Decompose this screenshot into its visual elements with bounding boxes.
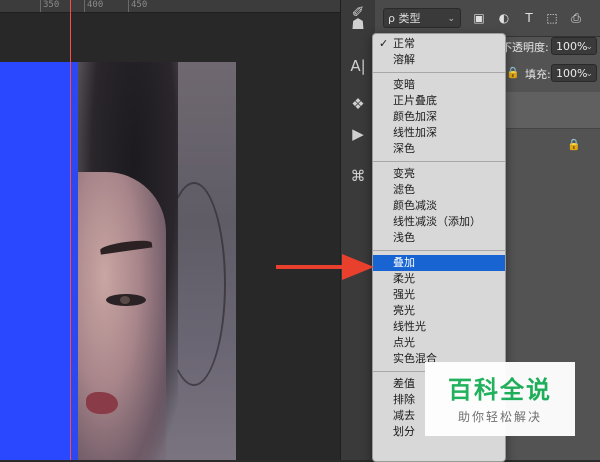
blend-mode-item[interactable]: 线性加深 bbox=[373, 125, 505, 141]
menu-separator bbox=[373, 161, 505, 162]
blend-mode-label: 滤色 bbox=[393, 183, 415, 196]
blend-mode-label: 差值 bbox=[393, 377, 415, 390]
layer-lock-icon: 🔒 bbox=[567, 138, 581, 151]
blend-mode-label: 溶解 bbox=[393, 53, 415, 66]
annotation-arrow-icon bbox=[276, 254, 374, 280]
blend-mode-label: 柔光 bbox=[393, 272, 415, 285]
blend-mode-item[interactable]: 颜色加深 bbox=[373, 109, 505, 125]
layer-filter-row: ρ 类型 ⌄ ▣ ◐ T ⬚ ⎙ bbox=[375, 0, 600, 37]
opacity-label: 不透明度: bbox=[501, 41, 549, 54]
blend-mode-label: 划分 bbox=[393, 425, 415, 438]
blend-mode-item[interactable]: 滤色 bbox=[373, 182, 505, 198]
blend-mode-label: 强光 bbox=[393, 288, 415, 301]
blend-mode-label: 叠加 bbox=[393, 256, 415, 269]
opacity-input[interactable]: 100% ⌄ bbox=[551, 37, 597, 55]
canvas-area[interactable]: 350 400 450 bbox=[0, 0, 340, 460]
blend-mode-label: 颜色加深 bbox=[393, 110, 437, 123]
type-filter-icon[interactable]: T bbox=[521, 10, 537, 26]
blend-mode-item[interactable]: 正片叠底 bbox=[373, 93, 505, 109]
blend-mode-item[interactable]: 变亮 bbox=[373, 166, 505, 182]
menu-separator bbox=[373, 250, 505, 251]
text-direction-icon[interactable]: A| bbox=[346, 54, 370, 78]
crop-icon[interactable]: ⌘ bbox=[346, 164, 370, 188]
photo-lips bbox=[86, 392, 118, 414]
blend-mode-label: 线性减淡（添加） bbox=[393, 215, 481, 228]
blend-mode-label: 线性加深 bbox=[393, 126, 437, 139]
menu-separator bbox=[373, 72, 505, 73]
opacity-value: 100% bbox=[556, 40, 588, 53]
blend-mode-label: 颜色减淡 bbox=[393, 199, 437, 212]
chevron-down-icon: ⌄ bbox=[585, 42, 593, 52]
blend-mode-label: 变亮 bbox=[393, 167, 415, 180]
blend-mode-item[interactable]: ✓ 正常 bbox=[373, 36, 505, 52]
blend-mode-item[interactable]: 颜色减淡 bbox=[373, 198, 505, 214]
blend-mode-item[interactable]: 叠加 bbox=[373, 255, 505, 271]
photo-eye bbox=[106, 294, 146, 306]
chevron-down-icon: ⌄ bbox=[447, 14, 455, 24]
blend-mode-item[interactable]: 强光 bbox=[373, 287, 505, 303]
blend-mode-item[interactable]: 线性减淡（添加） bbox=[373, 214, 505, 230]
blend-mode-label: 浅色 bbox=[393, 231, 415, 244]
checkmark-icon: ✓ bbox=[379, 37, 389, 50]
chevron-down-icon: ⌄ bbox=[585, 69, 593, 79]
layer-kind-label: ρ 类型 bbox=[388, 12, 421, 25]
blend-mode-item[interactable]: 浅色 bbox=[373, 230, 505, 246]
play-icon[interactable]: ▶ bbox=[346, 122, 370, 146]
lock-icon[interactable]: 🔒 bbox=[506, 66, 520, 79]
adjustment-filter-icon[interactable]: ◐ bbox=[496, 10, 512, 26]
portrait-photo bbox=[78, 62, 236, 460]
layers-3d-icon[interactable]: ❖ bbox=[346, 92, 370, 116]
photo-face bbox=[78, 172, 166, 460]
blend-mode-label: 亮光 bbox=[393, 304, 415, 317]
blend-mode-label: 正片叠底 bbox=[393, 94, 437, 107]
blend-mode-item[interactable]: 线性光 bbox=[373, 319, 505, 335]
blend-mode-label: 变暗 bbox=[393, 78, 415, 91]
blend-mode-label: 深色 bbox=[393, 142, 415, 155]
blend-mode-label: 线性光 bbox=[393, 320, 426, 333]
ruler-tick-label: 400 bbox=[84, 0, 103, 12]
layer-kind-select[interactable]: ρ 类型 ⌄ bbox=[383, 8, 461, 28]
blend-mode-item[interactable]: 亮光 bbox=[373, 303, 505, 319]
horizontal-ruler: 350 400 450 bbox=[0, 0, 340, 13]
blend-mode-item[interactable]: 变暗 bbox=[373, 77, 505, 93]
blend-mode-item[interactable]: 溶解 bbox=[373, 52, 505, 68]
smart-object-filter-icon[interactable]: ⎙ bbox=[568, 10, 584, 26]
blend-mode-item[interactable]: 柔光 bbox=[373, 271, 505, 287]
watermark-subtitle: 助你轻松解决 bbox=[457, 410, 542, 424]
image-filter-icon[interactable]: ▣ bbox=[471, 10, 487, 26]
blend-mode-label: 排除 bbox=[393, 393, 415, 406]
ruler-tick-label: 350 bbox=[40, 0, 59, 12]
tool-strip: ✐ ☗ A| ❖ ▶ ⌘ bbox=[340, 0, 376, 460]
guide-line[interactable] bbox=[70, 0, 71, 460]
watermark-title: 百科全说 bbox=[448, 376, 552, 404]
blend-mode-label: 正常 bbox=[393, 37, 415, 50]
blend-mode-item[interactable]: 深色 bbox=[373, 141, 505, 157]
blend-mode-label: 点光 bbox=[393, 336, 415, 349]
fill-label: 填充: bbox=[525, 68, 551, 81]
stamp-icon[interactable]: ☗ bbox=[346, 12, 370, 36]
photo-hair-curl bbox=[162, 182, 226, 386]
ruler-tick-label: 450 bbox=[128, 0, 147, 12]
fill-value: 100% bbox=[556, 67, 588, 80]
shape-filter-icon[interactable]: ⬚ bbox=[544, 10, 560, 26]
fill-input[interactable]: 100% ⌄ bbox=[551, 64, 597, 82]
blend-mode-label: 减去 bbox=[393, 409, 415, 422]
watermark-logo: 百科全说 助你轻松解决 bbox=[425, 362, 575, 436]
blend-mode-item[interactable]: 点光 bbox=[373, 335, 505, 351]
